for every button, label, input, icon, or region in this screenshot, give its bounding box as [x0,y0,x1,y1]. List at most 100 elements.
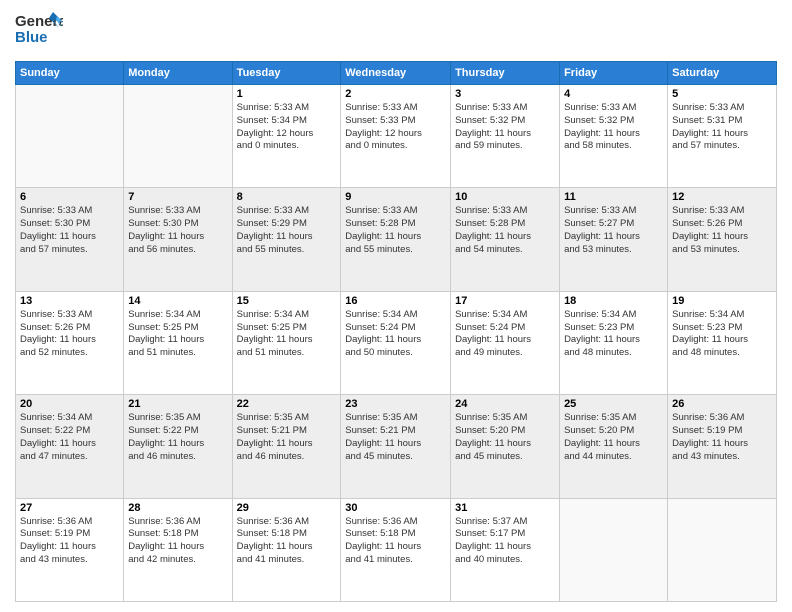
day-number: 3 [455,88,555,100]
day-info: Sunrise: 5:37 AMSunset: 5:17 PMDaylight:… [455,516,555,567]
calendar-cell: 20 Sunrise: 5:34 AMSunset: 5:22 PMDayligh… [16,395,124,498]
calendar-cell: 12 Sunrise: 5:33 AMSunset: 5:26 PMDayligh… [668,188,777,291]
day-info: Sunrise: 5:33 AMSunset: 5:26 PMDaylight:… [20,309,119,360]
calendar-cell: 4 Sunrise: 5:33 AMSunset: 5:32 PMDaylight… [560,85,668,188]
day-info: Sunrise: 5:36 AMSunset: 5:18 PMDaylight:… [345,516,446,567]
day-number: 13 [20,295,119,307]
day-number: 24 [455,398,555,410]
calendar-cell: 3 Sunrise: 5:33 AMSunset: 5:32 PMDaylight… [451,85,560,188]
day-number: 15 [237,295,337,307]
day-number: 17 [455,295,555,307]
day-number: 16 [345,295,446,307]
calendar-cell: 13 Sunrise: 5:33 AMSunset: 5:26 PMDayligh… [16,291,124,394]
day-info: Sunrise: 5:33 AMSunset: 5:30 PMDaylight:… [128,205,227,256]
day-number: 20 [20,398,119,410]
day-info: Sunrise: 5:33 AMSunset: 5:30 PMDaylight:… [20,205,119,256]
day-number: 7 [128,191,227,203]
day-number: 22 [237,398,337,410]
day-info: Sunrise: 5:35 AMSunset: 5:20 PMDaylight:… [455,412,555,463]
week-row-3: 13 Sunrise: 5:33 AMSunset: 5:26 PMDayligh… [16,291,777,394]
day-number: 5 [672,88,772,100]
day-info: Sunrise: 5:36 AMSunset: 5:18 PMDaylight:… [237,516,337,567]
calendar-table: SundayMondayTuesdayWednesdayThursdayFrid… [15,61,777,602]
day-number: 4 [564,88,663,100]
calendar-cell [16,85,124,188]
calendar-cell: 16 Sunrise: 5:34 AMSunset: 5:24 PMDayligh… [341,291,451,394]
weekday-header-sunday: Sunday [16,62,124,85]
day-info: Sunrise: 5:34 AMSunset: 5:24 PMDaylight:… [455,309,555,360]
logo-icon: General Blue [15,10,63,48]
day-number: 21 [128,398,227,410]
day-number: 31 [455,502,555,514]
day-info: Sunrise: 5:33 AMSunset: 5:32 PMDaylight:… [564,102,663,153]
calendar-cell: 25 Sunrise: 5:35 AMSunset: 5:20 PMDayligh… [560,395,668,498]
day-info: Sunrise: 5:35 AMSunset: 5:21 PMDaylight:… [237,412,337,463]
calendar-cell: 22 Sunrise: 5:35 AMSunset: 5:21 PMDayligh… [232,395,341,498]
day-info: Sunrise: 5:36 AMSunset: 5:19 PMDaylight:… [20,516,119,567]
day-number: 19 [672,295,772,307]
calendar-cell: 27 Sunrise: 5:36 AMSunset: 5:19 PMDayligh… [16,498,124,601]
day-number: 14 [128,295,227,307]
day-info: Sunrise: 5:34 AMSunset: 5:23 PMDaylight:… [672,309,772,360]
weekday-header-row: SundayMondayTuesdayWednesdayThursdayFrid… [16,62,777,85]
calendar-cell: 15 Sunrise: 5:34 AMSunset: 5:25 PMDayligh… [232,291,341,394]
calendar-cell: 6 Sunrise: 5:33 AMSunset: 5:30 PMDaylight… [16,188,124,291]
day-info: Sunrise: 5:33 AMSunset: 5:27 PMDaylight:… [564,205,663,256]
calendar-cell: 2 Sunrise: 5:33 AMSunset: 5:33 PMDaylight… [341,85,451,188]
day-number: 1 [237,88,337,100]
calendar-cell: 31 Sunrise: 5:37 AMSunset: 5:17 PMDayligh… [451,498,560,601]
calendar-cell: 21Sunrise: 5:35 AMSunset: 5:22 PMDayligh… [124,395,232,498]
day-info: Sunrise: 5:34 AMSunset: 5:25 PMDaylight:… [237,309,337,360]
day-info: Sunrise: 5:34 AMSunset: 5:24 PMDaylight:… [345,309,446,360]
weekday-header-friday: Friday [560,62,668,85]
week-row-2: 6 Sunrise: 5:33 AMSunset: 5:30 PMDaylight… [16,188,777,291]
day-info: Sunrise: 5:34 AMSunset: 5:23 PMDaylight:… [564,309,663,360]
calendar-cell: 1 Sunrise: 5:33 AMSunset: 5:34 PMDaylight… [232,85,341,188]
day-number: 2 [345,88,446,100]
day-number: 18 [564,295,663,307]
calendar-cell: 28 Sunrise: 5:36 AMSunset: 5:18 PMDayligh… [124,498,232,601]
day-number: 6 [20,191,119,203]
day-number: 27 [20,502,119,514]
weekday-header-tuesday: Tuesday [232,62,341,85]
day-number: 26 [672,398,772,410]
weekday-header-thursday: Thursday [451,62,560,85]
day-number: 23 [345,398,446,410]
day-info: Sunrise: 5:33 AMSunset: 5:28 PMDaylight:… [345,205,446,256]
day-number: 12 [672,191,772,203]
day-number: 9 [345,191,446,203]
day-number: 28 [128,502,227,514]
calendar-cell: 14 Sunrise: 5:34 AMSunset: 5:25 PMDayligh… [124,291,232,394]
week-row-5: 27 Sunrise: 5:36 AMSunset: 5:19 PMDayligh… [16,498,777,601]
day-info: Sunrise: 5:36 AMSunset: 5:19 PMDaylight:… [672,412,772,463]
day-info: Sunrise: 5:33 AMSunset: 5:28 PMDaylight:… [455,205,555,256]
weekday-header-wednesday: Wednesday [341,62,451,85]
logo: General Blue [15,10,63,53]
day-number: 11 [564,191,663,203]
calendar-cell: 18 Sunrise: 5:34 AMSunset: 5:23 PMDayligh… [560,291,668,394]
day-info: Sunrise: 5:35 AMSunset: 5:21 PMDaylight:… [345,412,446,463]
calendar-cell: 26 Sunrise: 5:36 AMSunset: 5:19 PMDayligh… [668,395,777,498]
day-info: Sunrise: 5:33 AMSunset: 5:31 PMDaylight:… [672,102,772,153]
week-row-4: 20 Sunrise: 5:34 AMSunset: 5:22 PMDayligh… [16,395,777,498]
day-info: Sunrise: 5:33 AMSunset: 5:32 PMDaylight:… [455,102,555,153]
calendar-cell: 29Sunrise: 5:36 AMSunset: 5:18 PMDayligh… [232,498,341,601]
day-info: Sunrise: 5:33 AMSunset: 5:26 PMDaylight:… [672,205,772,256]
day-info: Sunrise: 5:35 AMSunset: 5:20 PMDaylight:… [564,412,663,463]
calendar-cell: 10 Sunrise: 5:33 AMSunset: 5:28 PMDayligh… [451,188,560,291]
day-number: 25 [564,398,663,410]
calendar-cell: 5 Sunrise: 5:33 AMSunset: 5:31 PMDaylight… [668,85,777,188]
day-info: Sunrise: 5:33 AMSunset: 5:34 PMDaylight:… [237,102,337,153]
day-number: 10 [455,191,555,203]
calendar-cell: 7 Sunrise: 5:33 AMSunset: 5:30 PMDaylight… [124,188,232,291]
day-number: 30 [345,502,446,514]
page: General Blue SundayMondayTuesdayWednesda… [0,0,792,612]
header: General Blue [15,10,777,53]
day-info: Sunrise: 5:33 AMSunset: 5:33 PMDaylight:… [345,102,446,153]
day-info: Sunrise: 5:34 AMSunset: 5:22 PMDaylight:… [20,412,119,463]
weekday-header-saturday: Saturday [668,62,777,85]
day-info: Sunrise: 5:34 AMSunset: 5:25 PMDaylight:… [128,309,227,360]
day-info: Sunrise: 5:36 AMSunset: 5:18 PMDaylight:… [128,516,227,567]
calendar-cell: 19 Sunrise: 5:34 AMSunset: 5:23 PMDayligh… [668,291,777,394]
day-info: Sunrise: 5:33 AMSunset: 5:29 PMDaylight:… [237,205,337,256]
